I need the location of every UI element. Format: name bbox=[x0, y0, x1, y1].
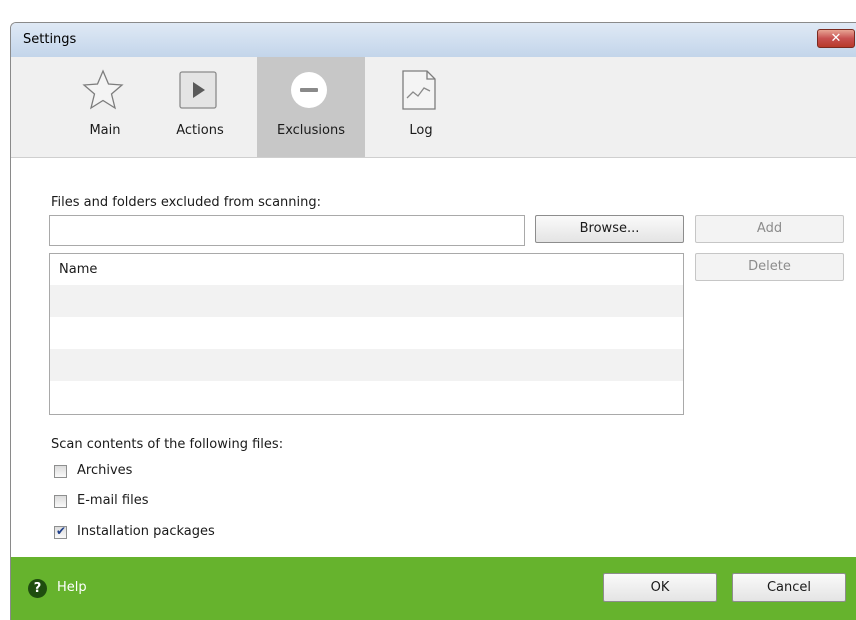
settings-window: Settings ✕ Main Actions Exclusions Log F… bbox=[10, 22, 856, 620]
list-row[interactable] bbox=[50, 285, 683, 317]
minus-circle-icon bbox=[291, 72, 327, 108]
help-icon[interactable]: ? bbox=[28, 579, 47, 598]
window-title: Settings bbox=[23, 32, 77, 47]
list-row[interactable] bbox=[50, 317, 683, 349]
installation-packages-checkbox[interactable] bbox=[54, 524, 67, 539]
close-button[interactable]: ✕ bbox=[817, 29, 855, 48]
email-files-checkbox[interactable] bbox=[54, 495, 67, 508]
tab-log-label: Log bbox=[409, 123, 433, 138]
scan-section-label: Scan contents of the following files: bbox=[51, 437, 284, 452]
tab-exclusions-label: Exclusions bbox=[276, 123, 346, 138]
archives-checkbox[interactable] bbox=[54, 465, 67, 478]
exclusions-section-label: Files and folders excluded from scanning… bbox=[51, 195, 321, 210]
tab-log[interactable]: Log bbox=[367, 57, 475, 157]
cancel-button[interactable]: Cancel bbox=[732, 573, 846, 602]
list-column-header-name[interactable]: Name bbox=[50, 254, 683, 286]
installation-packages-label[interactable]: Installation packages bbox=[77, 524, 215, 539]
delete-button[interactable]: Delete bbox=[695, 253, 844, 281]
archives-label[interactable]: Archives bbox=[77, 463, 132, 478]
title-bar[interactable]: Settings ✕ bbox=[11, 23, 856, 57]
star-icon bbox=[82, 69, 124, 110]
tab-exclusions[interactable]: Exclusions bbox=[257, 57, 365, 157]
tab-main-label: Main bbox=[89, 123, 121, 138]
tab-main[interactable]: Main bbox=[51, 57, 159, 157]
play-icon bbox=[179, 71, 217, 109]
list-header-label: Name bbox=[59, 262, 98, 277]
tab-actions-label: Actions bbox=[176, 123, 224, 138]
log-document-icon bbox=[402, 70, 436, 110]
exclusion-path-input[interactable] bbox=[49, 215, 525, 246]
footer-bar: ? Help OK Cancel bbox=[11, 557, 856, 620]
exclusions-list[interactable]: Name bbox=[49, 253, 684, 415]
list-row[interactable] bbox=[50, 381, 683, 413]
browse-button[interactable]: Browse... bbox=[535, 215, 684, 243]
list-row[interactable] bbox=[50, 349, 683, 381]
email-files-label[interactable]: E-mail files bbox=[77, 493, 148, 508]
tab-toolbar: Main Actions Exclusions Log bbox=[11, 57, 856, 158]
help-link[interactable]: Help bbox=[57, 580, 87, 595]
ok-button[interactable]: OK bbox=[603, 573, 717, 602]
tab-actions[interactable]: Actions bbox=[146, 57, 254, 157]
add-button[interactable]: Add bbox=[695, 215, 844, 243]
